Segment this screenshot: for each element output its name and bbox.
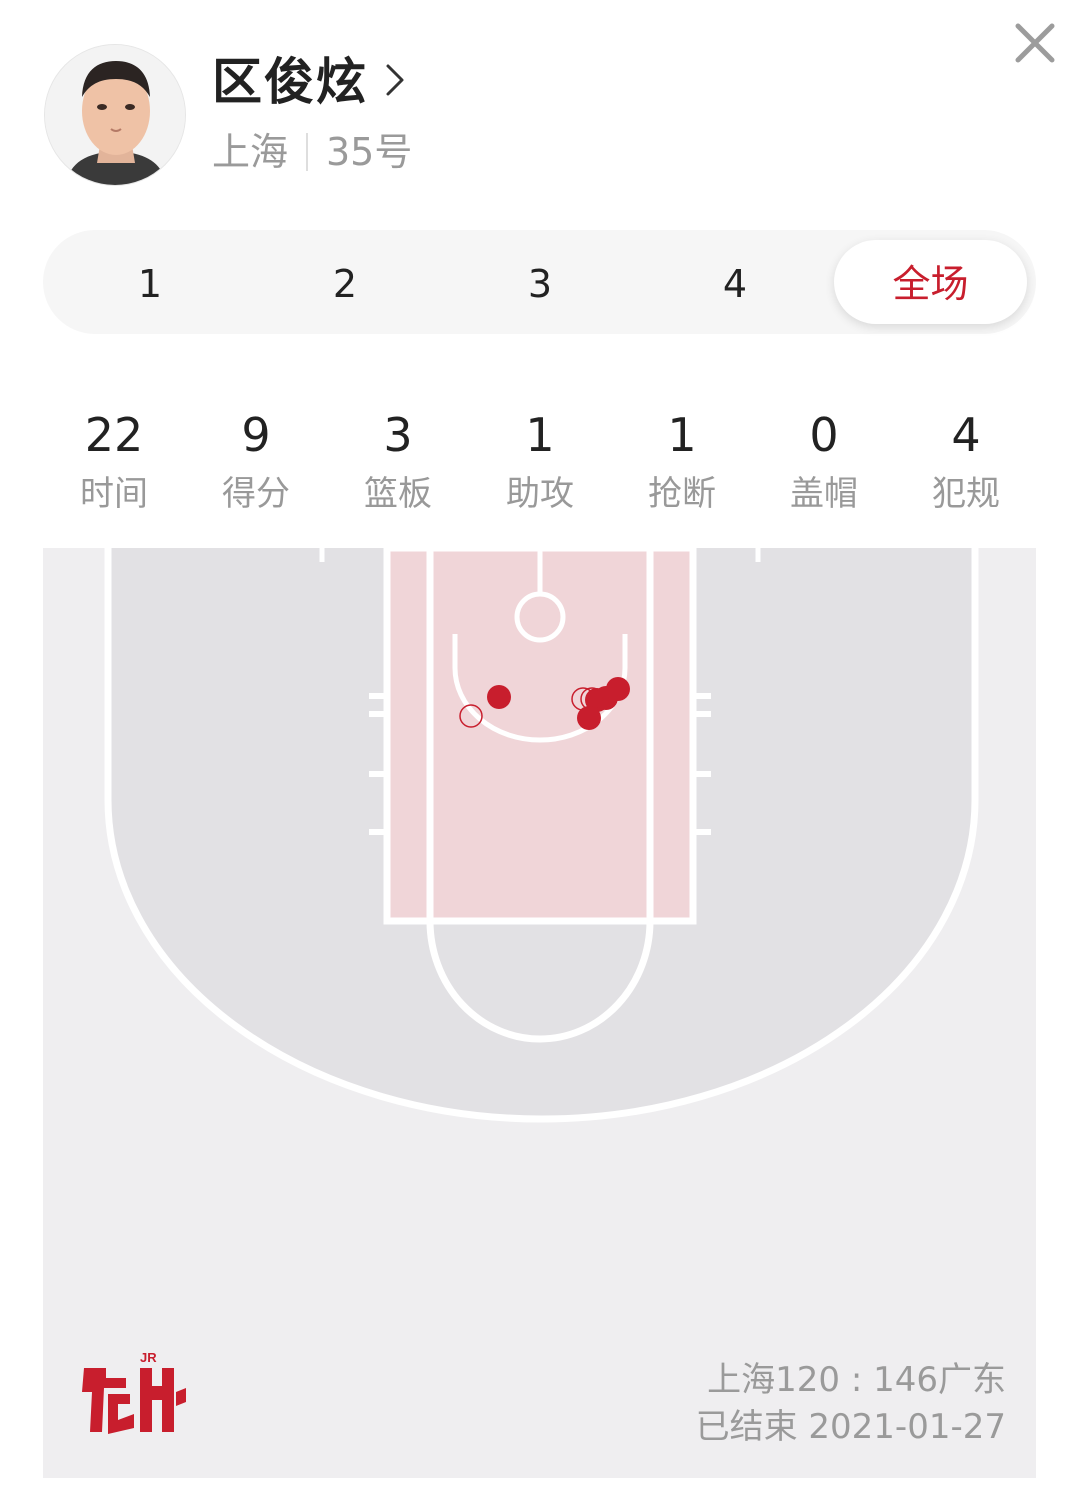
svg-text:JR: JR: [140, 1350, 157, 1365]
player-name[interactable]: 区俊炫: [212, 50, 368, 114]
stat-assists: 1 助攻: [469, 400, 611, 518]
stat-blocks: 0 盖帽: [753, 400, 895, 518]
chevron-right-icon[interactable]: [380, 58, 410, 102]
player-team: 上海: [212, 130, 289, 174]
tab-full-game[interactable]: 全场: [834, 240, 1027, 324]
stat-label: 犯规: [932, 474, 1000, 514]
court-svg: [104, 548, 979, 1123]
quarter-tabs: 1 2 3 4 全场: [43, 230, 1036, 334]
shot-made-marker[interactable]: [487, 685, 511, 709]
stat-label: 抢断: [648, 474, 716, 514]
tab-quarter-3[interactable]: 3: [445, 230, 635, 334]
game-score: 上海120 : 146广东: [707, 1360, 1006, 1400]
player-number: 35号: [326, 130, 413, 174]
player-avatar[interactable]: [44, 44, 186, 186]
stat-value: 9: [241, 408, 271, 462]
player-header: 区俊炫 上海 35号: [0, 0, 1079, 210]
stat-label: 助攻: [506, 474, 574, 514]
close-icon[interactable]: [1012, 20, 1058, 66]
game-status: 已结束 2021-01-27: [695, 1407, 1006, 1447]
stat-label: 得分: [222, 474, 290, 514]
team-number-divider: [306, 133, 308, 171]
stat-rebounds: 3 篮板: [327, 400, 469, 518]
stat-minutes: 22 时间: [43, 400, 185, 518]
stat-value: 1: [525, 408, 555, 462]
stat-value: 22: [84, 408, 144, 462]
stat-points: 9 得分: [185, 400, 327, 518]
shot-chart-court: [43, 548, 1036, 1478]
tab-quarter-1[interactable]: 1: [55, 230, 245, 334]
tab-quarter-2[interactable]: 2: [250, 230, 440, 334]
stat-value: 0: [809, 408, 839, 462]
stat-label: 篮板: [364, 474, 432, 514]
stat-value: 3: [383, 408, 413, 462]
stat-value: 4: [951, 408, 981, 462]
stat-label: 时间: [80, 474, 148, 514]
stat-label: 盖帽: [790, 474, 858, 514]
tab-quarter-4[interactable]: 4: [640, 230, 830, 334]
stat-steals: 1 抢断: [611, 400, 753, 518]
stat-value: 1: [667, 408, 697, 462]
hupu-logo-icon: JR: [82, 1350, 186, 1434]
stats-row: 22 时间 9 得分 3 篮板 1 助攻 1 抢断 0 盖帽 4 犯规: [43, 400, 1036, 530]
stat-fouls: 4 犯规: [895, 400, 1037, 518]
shot-made-marker[interactable]: [577, 706, 601, 730]
